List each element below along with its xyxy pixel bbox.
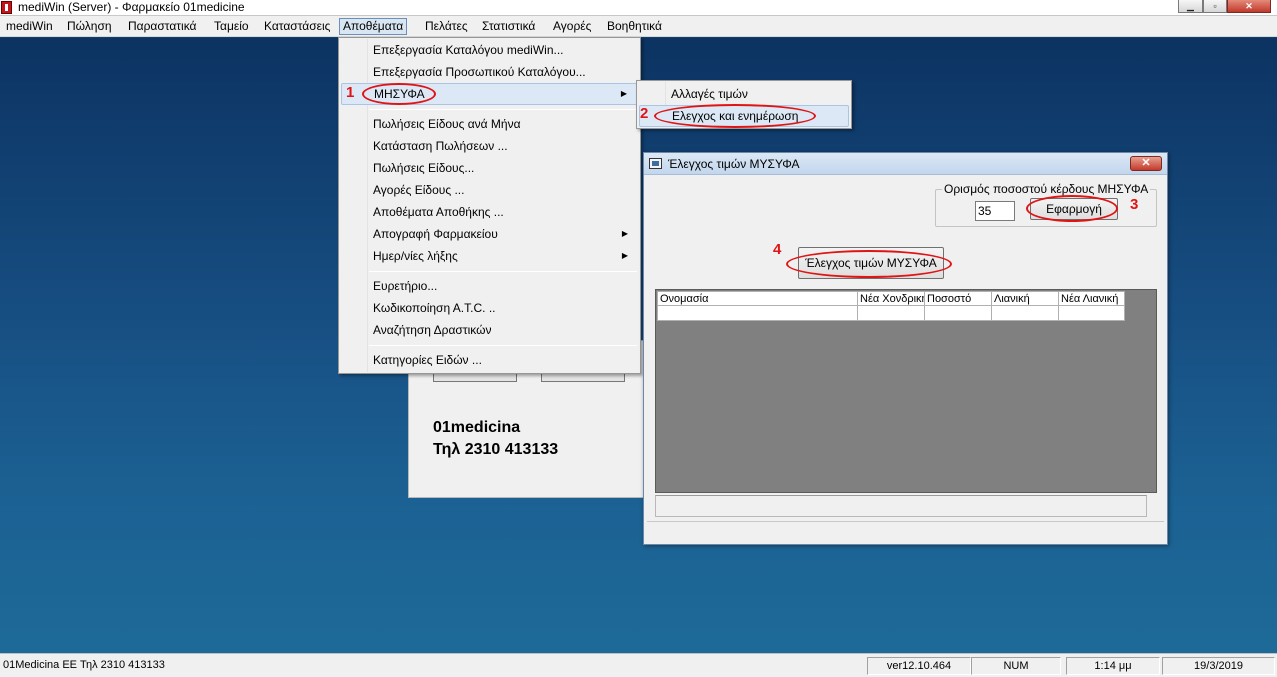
annotation-number: 1 — [346, 84, 355, 101]
menu-item-label: Πωλήσεις Είδους... — [373, 161, 475, 175]
annotation-number: 4 — [773, 241, 782, 258]
status-date: 19/3/2019 — [1162, 657, 1275, 675]
column-header-name[interactable]: Ονομασία — [657, 291, 858, 306]
menu-item-item-purchases[interactable]: Αγορές Είδους ... — [341, 179, 638, 201]
menu-customers[interactable]: Πελάτες — [421, 18, 472, 35]
menu-item-warehouse-stock[interactable]: Αποθέματα Αποθήκης ... — [341, 201, 638, 223]
menu-item-expiry-dates[interactable]: Ημερ/νίες λήξης ▶ — [341, 245, 638, 267]
status-bar: 01Medicina EE Τηλ 2310 413133 ver12.10.4… — [0, 653, 1277, 677]
profit-percent-label: Ορισμός ποσοστού κέρδους ΜΗΣΥΦΑ — [944, 182, 1149, 196]
annotation-ellipse — [1026, 195, 1118, 222]
menu-item-label: Επεξεργασία Προσωπικού Καταλόγου... — [373, 65, 586, 79]
submenu-arrow-icon: ▶ — [621, 229, 628, 238]
annotation-ellipse — [362, 83, 436, 105]
menu-item-label: Αναζήτηση Δραστικών — [373, 323, 492, 337]
column-header-new-wholesale[interactable]: Νέα Χονδρική — [858, 291, 925, 306]
menu-item-pharmacy-inventory[interactable]: Απογραφή Φαρμακείου ▶ — [341, 223, 638, 245]
window-title: mediWin (Server) - Φαρμακείο 01medicine — [18, 0, 245, 14]
table-cell[interactable] — [1059, 306, 1125, 321]
menu-item-label: Κατηγορίες Ειδών ... — [373, 353, 482, 367]
menu-mediwin[interactable]: mediWin — [2, 18, 57, 35]
app-icon[interactable] — [1, 1, 12, 14]
menu-reports[interactable]: Καταστάσεις — [260, 18, 334, 35]
dialog-titlebar: Έλεγχος τιμών ΜΥΣΥΦΑ ✕ — [644, 153, 1167, 175]
dialog-close-button[interactable]: ✕ — [1130, 156, 1162, 171]
menu-item-label: Αγορές Είδους ... — [373, 183, 465, 197]
menu-item-label: Επεξεργασία Καταλόγου mediWin... — [373, 43, 564, 57]
company-name: 01medicina — [433, 419, 521, 436]
table-cell[interactable] — [858, 306, 925, 321]
table-cell[interactable] — [925, 306, 992, 321]
background-button-left[interactable] — [433, 374, 517, 382]
menu-item-label: Κωδικοποίηση Α.Τ.C. .. — [373, 301, 496, 315]
submenu-arrow-icon: ▶ — [621, 251, 628, 260]
menu-item-label: Απογραφή Φαρμακείου — [373, 227, 498, 241]
results-grid: Ονομασία Νέα Χονδρική Ποσοστό Λιανική Νέ… — [655, 289, 1157, 493]
menu-item-sales-per-month[interactable]: Πωλήσεις Είδους ανά Μήνα — [341, 113, 638, 135]
status-num-lock: NUM — [971, 657, 1061, 675]
company-phone: Τηλ 2310 413133 — [433, 441, 559, 458]
annotation-ellipse — [654, 104, 816, 128]
menu-item-edit-catalog[interactable]: Επεξεργασία Καταλόγου mediWin... — [341, 39, 638, 61]
status-version: ver12.10.464 — [867, 657, 971, 675]
maximize-button[interactable]: ▫ — [1203, 0, 1227, 13]
column-header-new-retail[interactable]: Νέα Λιανική — [1059, 291, 1125, 306]
menu-cashier[interactable]: Ταμείο — [210, 18, 253, 35]
column-header-retail[interactable]: Λιανική — [992, 291, 1059, 306]
close-button[interactable]: ✕ — [1227, 0, 1271, 13]
dialog-status-bar — [647, 521, 1164, 543]
menu-item-search-substances[interactable]: Αναζήτηση Δραστικών — [341, 319, 638, 341]
menu-item-label: Αποθέματα Αποθήκης ... — [373, 205, 504, 219]
table-row[interactable] — [657, 306, 1125, 321]
annotation-number: 2 — [640, 105, 649, 122]
submenu-arrow-icon: ▶ — [620, 89, 627, 98]
window-titlebar: mediWin (Server) - Φαρμακείο 01medicine … — [0, 0, 1277, 16]
menu-separator — [369, 109, 637, 110]
menu-separator — [369, 345, 637, 346]
profit-percent-input[interactable] — [975, 201, 1015, 221]
table-cell[interactable] — [992, 306, 1059, 321]
table-cell[interactable] — [657, 306, 858, 321]
menu-item-item-sales[interactable]: Πωλήσεις Είδους... — [341, 157, 638, 179]
menu-purchases[interactable]: Αγορές — [549, 18, 595, 35]
menu-documents[interactable]: Παραστατικά — [124, 18, 200, 35]
menu-stock[interactable]: Αποθέματα — [339, 18, 408, 35]
menu-item-atc-coding[interactable]: Κωδικοποίηση Α.Τ.C. .. — [341, 297, 638, 319]
annotation-number: 3 — [1130, 196, 1139, 213]
minimize-button[interactable]: ▁ — [1178, 0, 1203, 13]
background-button-right[interactable] — [541, 374, 625, 382]
window-icon — [649, 158, 662, 169]
status-company: 01Medicina EE Τηλ 2310 413133 — [3, 659, 165, 671]
column-header-percent[interactable]: Ποσοστό — [925, 291, 992, 306]
menu-item-item-categories[interactable]: Κατηγορίες Ειδών ... — [341, 349, 638, 371]
menubar: mediWin Πώληση Παραστατικά Ταμείο Καταστ… — [0, 16, 1277, 37]
menu-item-label: Πωλήσεις Είδους ανά Μήνα — [373, 117, 521, 131]
menu-statistics[interactable]: Στατιστικά — [478, 18, 539, 35]
menu-item-label: Ημερ/νίες λήξης — [373, 249, 458, 263]
annotation-ellipse — [786, 250, 952, 278]
menu-item-edit-personal-catalog[interactable]: Επεξεργασία Προσωπικού Καταλόγου... — [341, 61, 638, 83]
menu-item-sales-report[interactable]: Κατάσταση Πωλήσεων ... — [341, 135, 638, 157]
submenu-item-price-changes[interactable]: Αλλαγές τιμών — [639, 83, 849, 105]
menu-tools[interactable]: Βοηθητικά — [603, 18, 666, 35]
menu-separator — [369, 271, 637, 272]
menu-item-label: Ευρετήριο... — [373, 279, 438, 293]
menu-item-label: Αλλαγές τιμών — [671, 87, 748, 101]
grid-header: Ονομασία Νέα Χονδρική Ποσοστό Λιανική Νέ… — [657, 291, 1125, 306]
menu-item-index[interactable]: Ευρετήριο... — [341, 275, 638, 297]
menu-sales[interactable]: Πώληση — [63, 18, 116, 35]
menu-item-label: Κατάσταση Πωλήσεων ... — [373, 139, 508, 153]
dialog-info-panel — [655, 495, 1147, 517]
dialog-title: Έλεγχος τιμών ΜΥΣΥΦΑ — [668, 157, 800, 171]
status-time: 1:14 μμ — [1066, 657, 1160, 675]
